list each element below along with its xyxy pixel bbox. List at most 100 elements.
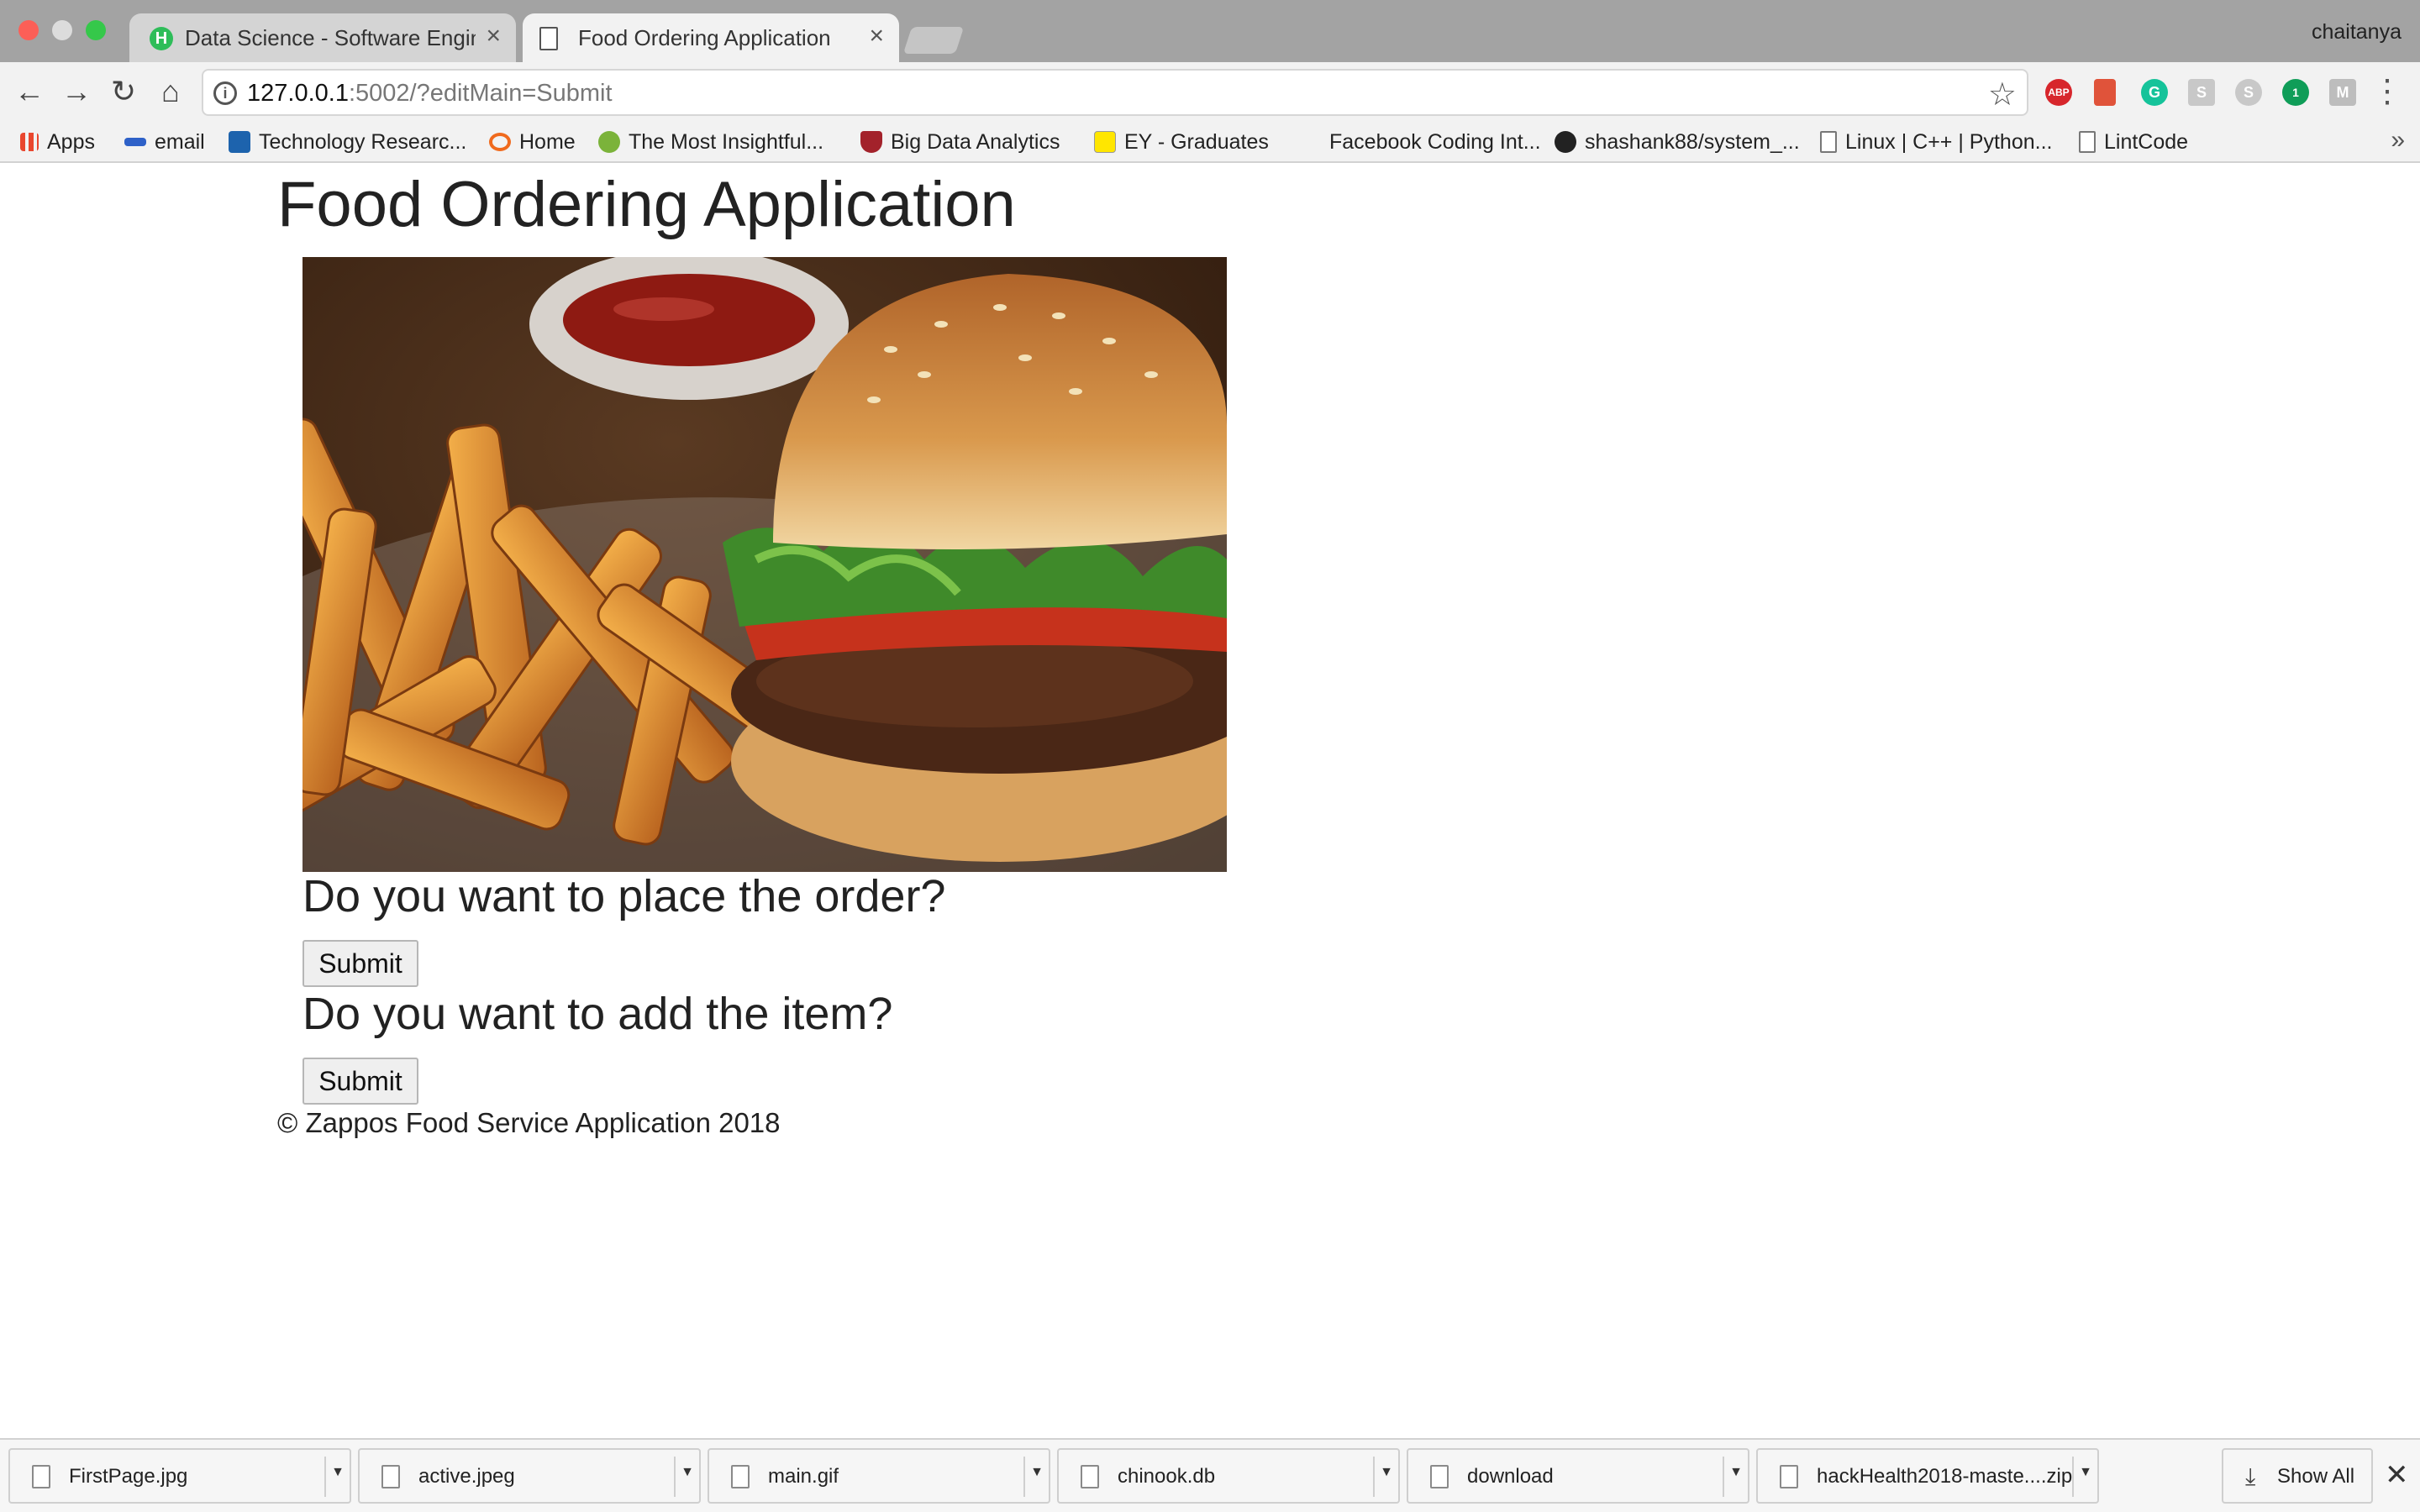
download-filename: main.gif xyxy=(768,1465,839,1488)
bookmark-label: Apps xyxy=(47,129,95,154)
shield-icon xyxy=(860,131,882,153)
chevron-down-icon[interactable]: ▼ xyxy=(331,1465,345,1480)
close-icon[interactable]: × xyxy=(486,24,501,49)
bookmark-lintcode[interactable]: LintCode xyxy=(2079,128,2188,156)
divider xyxy=(2072,1457,2074,1497)
ms4-icon xyxy=(124,138,146,146)
chevron-down-icon[interactable]: ▼ xyxy=(1380,1465,1393,1480)
s-extension-icon[interactable]: S xyxy=(2188,79,2215,106)
download-item[interactable]: chinook.db ▼ xyxy=(1057,1448,1400,1504)
m-extension-icon[interactable]: M xyxy=(2329,79,2356,106)
gartner-icon xyxy=(229,131,250,153)
bookmark-label: EY - Graduates xyxy=(1124,129,1269,154)
new-tab-button[interactable] xyxy=(902,27,965,54)
bookmark-label: Technology Researc... xyxy=(259,129,467,154)
bookmark-label: shashank88/system_... xyxy=(1585,129,1800,154)
bookmark-label: LintCode xyxy=(2104,129,2189,154)
show-all-downloads-button[interactable]: ⤓ Show All xyxy=(2222,1448,2373,1504)
tab-data-science[interactable]: H Data Science - Software Engin × xyxy=(129,13,516,62)
image-file-icon xyxy=(381,1465,400,1488)
more-bookmarks-chevron-icon[interactable]: » xyxy=(2391,126,2405,155)
bookmark-label: Big Data Analytics xyxy=(891,129,1060,154)
download-filename: download xyxy=(1467,1465,1554,1488)
document-icon xyxy=(2079,131,2096,153)
tab-strip: H Data Science - Software Engin × Food O… xyxy=(0,0,2420,62)
bookmark-email[interactable]: email xyxy=(124,128,205,156)
adblock-plus-icon[interactable]: ABP xyxy=(2045,79,2072,106)
page-title: Food Ordering Application xyxy=(277,169,1016,240)
download-item[interactable]: hackHealth2018-maste....zip ▼ xyxy=(1756,1448,2099,1504)
ey-icon xyxy=(1094,131,1116,153)
bookmark-label: Facebook Coding Int... xyxy=(1329,129,1541,154)
github-icon xyxy=(1555,131,1576,153)
file-icon xyxy=(1081,1465,1099,1488)
bookmarks-bar: Apps email Technology Researc... Home Th… xyxy=(0,123,2420,163)
skype-icon[interactable]: S xyxy=(2235,79,2262,106)
bookmark-home[interactable]: Home xyxy=(489,128,576,156)
footer-copyright: © Zappos Food Service Application 2018 xyxy=(277,1107,781,1138)
bookmark-big-data-analytics[interactable]: Big Data Analytics xyxy=(860,128,1060,156)
minimize-window-button[interactable] xyxy=(52,20,72,40)
download-item[interactable]: main.gif ▼ xyxy=(708,1448,1050,1504)
url-text[interactable]: 127.0.0.1:5002/?editMain=Submit xyxy=(247,80,613,108)
home-arc-icon xyxy=(489,133,511,151)
document-icon xyxy=(1820,131,1837,153)
download-item[interactable]: active.jpeg ▼ xyxy=(358,1448,701,1504)
download-filename: FirstPage.jpg xyxy=(69,1465,188,1488)
download-filename: chinook.db xyxy=(1118,1465,1216,1488)
download-item[interactable]: download ▼ xyxy=(1407,1448,1749,1504)
tab-food-ordering[interactable]: Food Ordering Application × xyxy=(523,13,899,62)
add-item-submit-button[interactable]: Submit xyxy=(302,1058,418,1105)
maximize-window-button[interactable] xyxy=(86,20,106,40)
bookmark-technology-research[interactable]: Technology Researc... xyxy=(229,128,466,156)
close-window-button[interactable] xyxy=(18,20,39,40)
apps-grid-icon xyxy=(20,133,39,151)
profile-name[interactable]: chaitanya xyxy=(2312,20,2402,45)
hangouts-icon[interactable]: 1 xyxy=(2282,79,2309,106)
bookmark-label: Home xyxy=(519,129,576,154)
divider xyxy=(1373,1457,1375,1497)
download-icon: ⤓ xyxy=(2245,1463,2256,1489)
tree-icon xyxy=(598,131,620,153)
divider xyxy=(1723,1457,1724,1497)
chevron-down-icon[interactable]: ▼ xyxy=(2079,1465,2092,1480)
close-icon[interactable]: × xyxy=(869,24,884,49)
hackerrank-h-icon: H xyxy=(150,27,173,50)
show-all-label: Show All xyxy=(2277,1465,2355,1488)
chrome-menu-icon[interactable]: ⋮ xyxy=(2371,72,2403,110)
document-icon xyxy=(539,27,558,50)
download-item[interactable]: FirstPage.jpg ▼ xyxy=(8,1448,351,1504)
place-order-submit-button[interactable]: Submit xyxy=(302,940,418,987)
tab-title: Food Ordering Application xyxy=(578,25,831,50)
page-content: Food Ordering Application Do you want to… xyxy=(0,163,2420,1438)
download-filename: active.jpeg xyxy=(418,1465,515,1488)
bookmark-linux-cpp-python[interactable]: Linux | C++ | Python... xyxy=(1820,128,2052,156)
bookmark-github-system[interactable]: shashank88/system_... xyxy=(1555,128,1800,156)
bookmark-most-insightful[interactable]: The Most Insightful... xyxy=(598,128,823,156)
bookmark-star-icon[interactable]: ☆ xyxy=(1988,76,2017,113)
chevron-down-icon[interactable]: ▼ xyxy=(1030,1465,1044,1480)
bookmark-apps[interactable]: Apps xyxy=(20,128,95,156)
bookmark-ey-graduates[interactable]: EY - Graduates xyxy=(1094,128,1269,156)
info-icon[interactable]: i xyxy=(213,81,237,105)
chevron-down-icon[interactable]: ▼ xyxy=(1729,1465,1743,1480)
close-icon[interactable]: ✕ xyxy=(2385,1458,2409,1492)
address-bar[interactable]: i 127.0.0.1:5002/?editMain=Submit ☆ xyxy=(202,69,2028,116)
bookmark-facebook-coding[interactable]: Facebook Coding Int... xyxy=(1329,128,1541,156)
tab-title: Data Science - Software Engin xyxy=(185,25,476,50)
bookmark-label: email xyxy=(155,129,205,154)
downloads-shelf: FirstPage.jpg ▼ active.jpeg ▼ main.gif ▼… xyxy=(0,1438,2420,1512)
bookmark-label: Linux | C++ | Python... xyxy=(1845,129,2053,154)
back-arrow-icon[interactable]: ← xyxy=(10,72,49,111)
forward-arrow-icon[interactable]: → xyxy=(57,72,96,111)
grammarly-icon[interactable]: G xyxy=(2141,79,2168,106)
burger-and-fries-photo xyxy=(302,257,1227,872)
browser-toolbar: ← → ↻ ⌂ i 127.0.0.1:5002/?editMain=Submi… xyxy=(0,62,2420,123)
bookmark-extension-icon[interactable] xyxy=(2094,79,2116,106)
file-icon xyxy=(1430,1465,1449,1488)
divider xyxy=(674,1457,676,1497)
home-icon[interactable]: ⌂ xyxy=(151,72,190,111)
chevron-down-icon[interactable]: ▼ xyxy=(681,1465,694,1480)
reload-icon[interactable]: ↻ xyxy=(104,72,143,111)
zip-file-icon xyxy=(1780,1465,1798,1488)
